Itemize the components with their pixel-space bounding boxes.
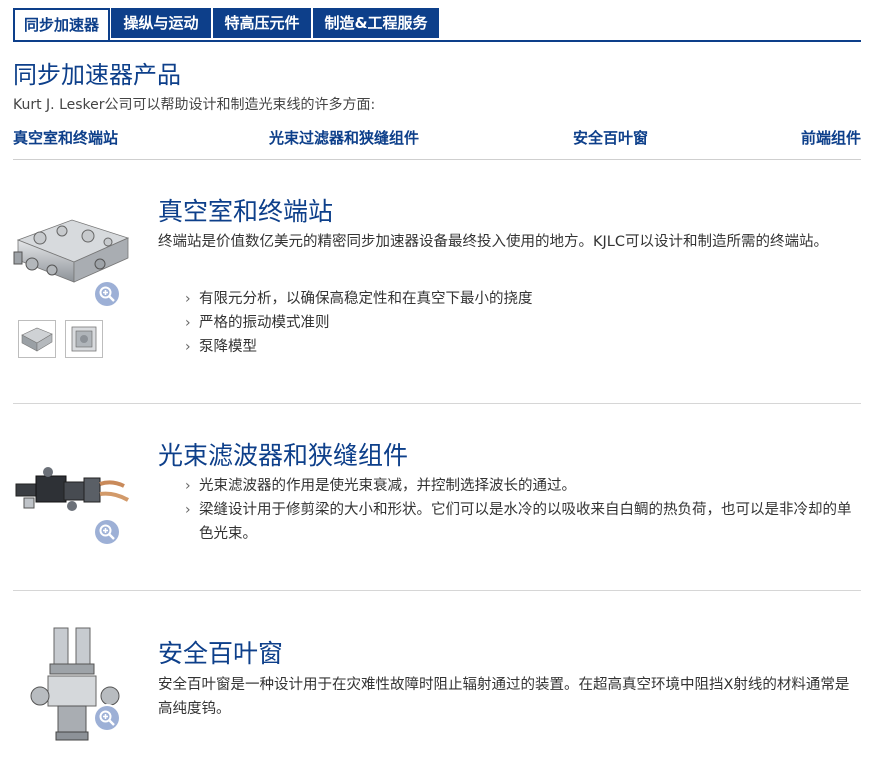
product-tabs: 同步加速器 操纵与运动 特高压元件 制造&工程服务 xyxy=(13,8,861,42)
tab-manipulation-motion[interactable]: 操纵与运动 xyxy=(111,8,212,38)
quick-link-front-end[interactable]: 前端组件 xyxy=(801,127,861,148)
gallery-thumbnail-1[interactable] xyxy=(18,320,56,358)
feature-list-filters-slits: 光束滤波器的作用是使光束衰减，并控制选择波长的通过。 梁缝设计用于修剪梁的大小和… xyxy=(185,474,865,546)
zoom-icon[interactable] xyxy=(95,706,119,730)
list-item: 严格的振动模式准则 xyxy=(185,311,865,335)
tab-uhv-components[interactable]: 特高压元件 xyxy=(213,8,312,38)
section-title-chambers: 真空室和终端站 xyxy=(158,197,334,226)
list-item: 泵降模型 xyxy=(185,335,865,359)
quick-link-safety-shutters[interactable]: 安全百叶窗 xyxy=(573,127,648,148)
section-divider xyxy=(13,403,861,404)
zoom-icon[interactable] xyxy=(95,282,119,306)
zoom-icon[interactable] xyxy=(95,520,119,544)
section-title-safety-shutters: 安全百叶窗 xyxy=(158,639,284,668)
list-item: 光束滤波器的作用是使光束衰减，并控制选择波长的通过。 xyxy=(185,474,865,498)
quick-link-filters-slits[interactable]: 光束过滤器和狭缝组件 xyxy=(269,127,419,148)
section-description-chambers: 终端站是价值数亿美元的精密同步加速器设备最终投入使用的地方。KJLC可以设计和制… xyxy=(158,234,828,250)
tab-synchrotron[interactable]: 同步加速器 xyxy=(13,8,110,40)
list-item: 有限元分析，以确保高稳定性和在真空下最小的挠度 xyxy=(185,287,865,311)
feature-list-chambers: 有限元分析，以确保高稳定性和在真空下最小的挠度 严格的振动模式准则 泵降模型 xyxy=(185,287,865,359)
section-divider xyxy=(13,590,861,591)
beam-filter-image[interactable] xyxy=(12,462,132,522)
gallery-thumbnail-2[interactable] xyxy=(65,320,103,358)
section-description-safety-shutters: 安全百叶窗是一种设计用于在灾难性故障时阻止辐射通过的装置。在超高真空环境中阻挡X… xyxy=(158,677,850,717)
quick-link-chambers[interactable]: 真空室和终端站 xyxy=(13,127,118,148)
vacuum-chamber-image[interactable] xyxy=(12,212,130,288)
page-title: 同步加速器产品 xyxy=(13,61,181,89)
tab-manufacturing-engineering[interactable]: 制造&工程服务 xyxy=(313,8,440,38)
list-item: 梁缝设计用于修剪梁的大小和形状。它们可以是水冷的以吸收来自白鲷的热负荷，也可以是… xyxy=(185,498,865,546)
section-title-filters-slits: 光束滤波器和狭缝组件 xyxy=(158,441,409,470)
page-intro: Kurt J. Lesker公司可以帮助设计和制造光束线的许多方面: xyxy=(13,97,376,113)
quick-links: 真空室和终端站 光束过滤器和狭缝组件 安全百叶窗 前端组件 xyxy=(13,125,861,160)
